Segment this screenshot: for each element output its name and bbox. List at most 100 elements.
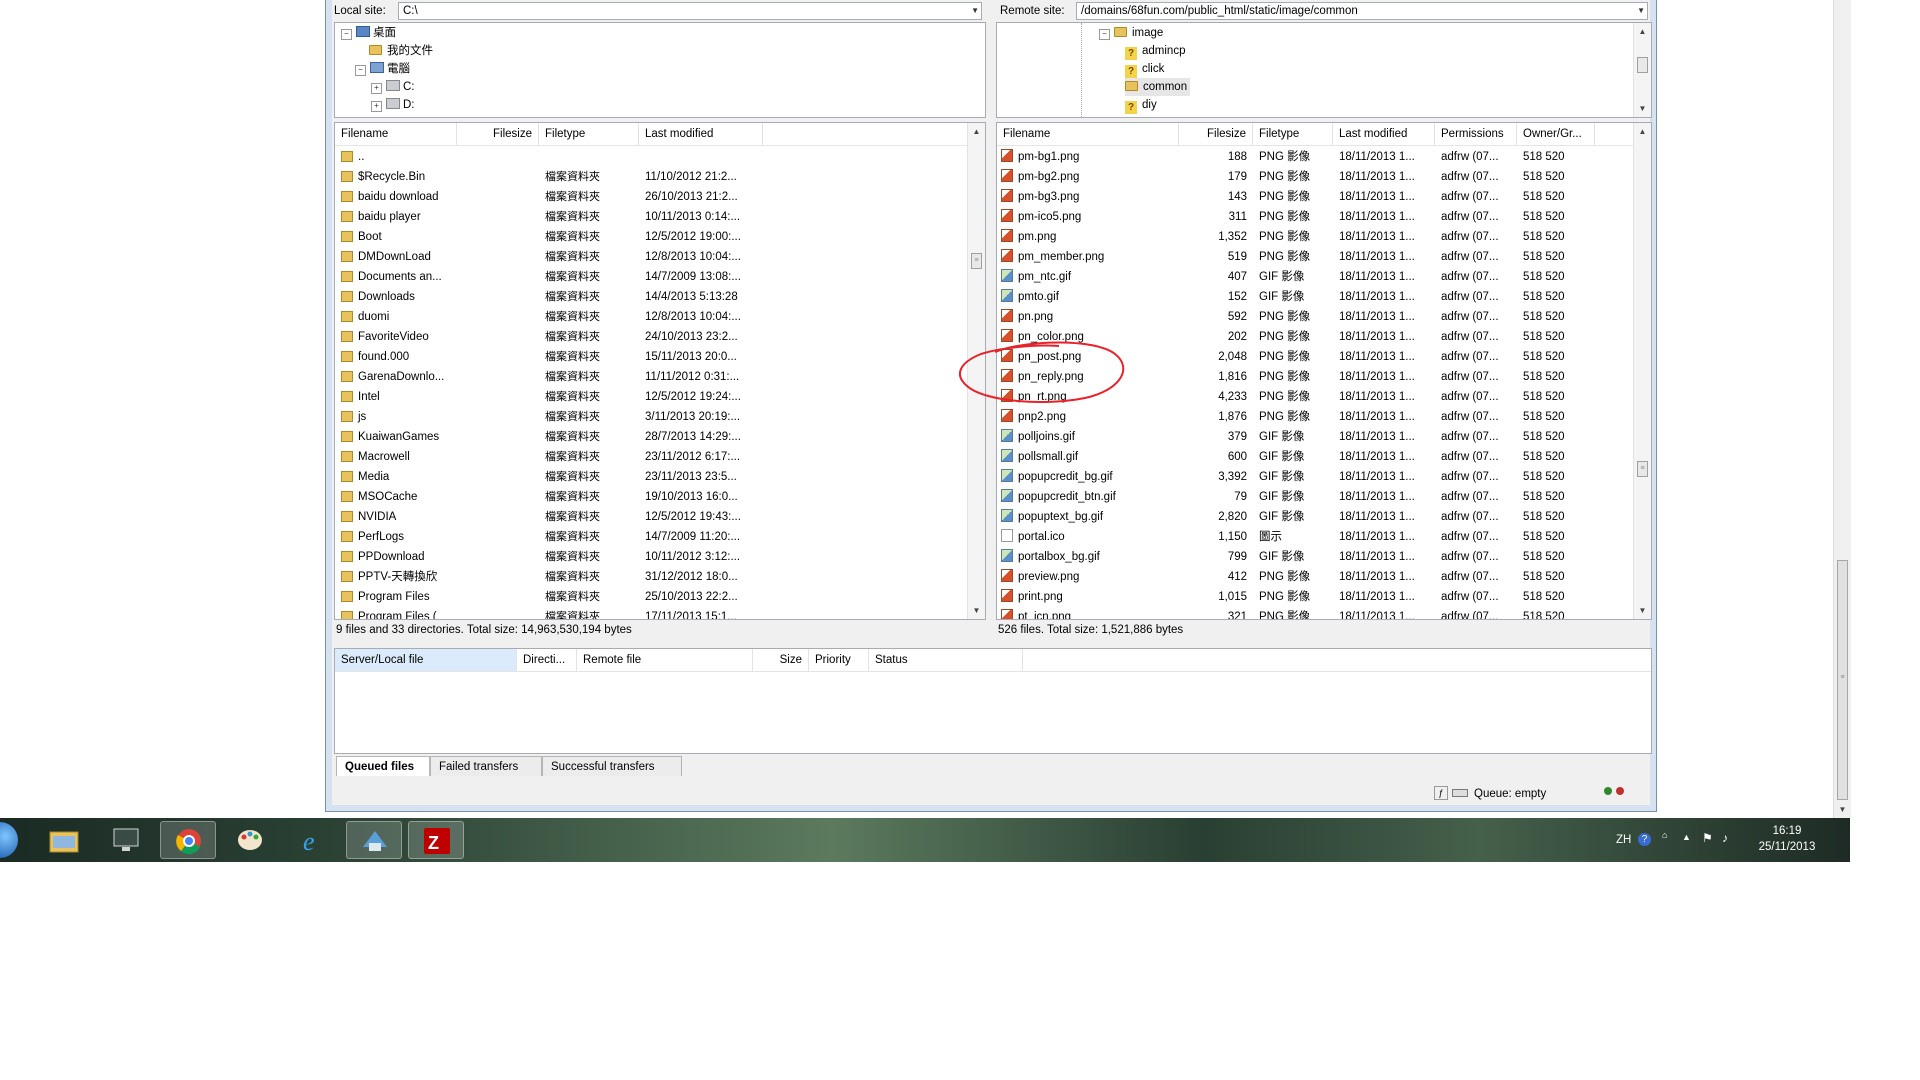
column-header-last-modified[interactable]: Last modified — [639, 123, 763, 145]
table-row[interactable]: $Recycle.Bin 檔案資料夾 11/10/2012 21:2... — [335, 167, 965, 187]
language-indicator[interactable]: ZH — [1616, 818, 1631, 862]
column-header-filesize[interactable]: Filesize — [457, 123, 539, 145]
remote-site-combo[interactable]: /domains/68fun.com/public_html/static/im… — [1076, 2, 1648, 20]
scroll-up-icon[interactable]: ▲ — [1634, 123, 1651, 140]
scroll-thumb[interactable]: ≡ — [1637, 461, 1648, 477]
start-orb-icon[interactable] — [0, 822, 18, 858]
remote-list-scrollbar[interactable]: ▲ ≡ ▼ — [1633, 123, 1651, 619]
taskbar-computer[interactable] — [98, 821, 154, 859]
filter-icon[interactable]: ƒ — [1434, 786, 1448, 800]
scroll-up-icon[interactable]: ▲ — [968, 123, 985, 140]
tree-item-drive-d[interactable]: + D: — [371, 96, 415, 114]
column-header-remote-file[interactable]: Remote file — [577, 649, 753, 671]
table-row[interactable]: js 檔案資料夾 3/11/2013 20:19:... — [335, 407, 965, 427]
action-center-flag-icon[interactable]: ⚑ — [1702, 831, 1713, 845]
table-row[interactable]: GarenaDownlo... 檔案資料夾 11/11/2012 0:31:... — [335, 367, 965, 387]
column-header-filename[interactable]: Filename — [335, 123, 457, 145]
table-row[interactable]: .. — [335, 147, 965, 167]
scroll-down-icon[interactable]: ▼ — [1834, 801, 1851, 818]
scroll-down-icon[interactable]: ▼ — [1634, 100, 1651, 117]
table-row[interactable]: pmto.gif 152 GIF 影像 18/11/2013 1... adfrw (0… — [997, 287, 1633, 307]
table-row[interactable]: portal.ico 1,150 圖示 18/11/2013 1... adfrw (0… — [997, 527, 1633, 547]
taskbar-chrome[interactable] — [160, 821, 216, 859]
chevron-down-icon[interactable]: ▼ — [971, 3, 979, 19]
column-header-server-local-file[interactable]: Server/Local file — [335, 649, 517, 671]
tab-failed-transfers[interactable]: Failed transfers — [430, 756, 542, 776]
expand-icon[interactable]: + — [371, 101, 382, 112]
table-row[interactable]: KuaiwanGames 檔案資料夾 28/7/2013 14:29:... — [335, 427, 965, 447]
column-header-filetype[interactable]: Filetype — [1253, 123, 1333, 145]
column-header-direction[interactable]: Directi... — [517, 649, 577, 671]
collapse-icon[interactable]: − — [1099, 29, 1110, 40]
table-row[interactable]: baidu player 檔案資料夾 10/11/2013 0:14:... — [335, 207, 965, 227]
tree-item-computer[interactable]: − 電腦 — [355, 60, 410, 78]
table-row[interactable]: baidu download 檔案資料夾 26/10/2013 21:2... — [335, 187, 965, 207]
taskbar-explorer[interactable] — [36, 821, 92, 859]
table-row[interactable]: Media 檔案資料夾 23/11/2013 23:5... — [335, 467, 965, 487]
taskbar-filezilla[interactable]: Z — [408, 821, 464, 859]
table-row[interactable]: PPTV-天轉換欣 檔案資料夾 31/12/2012 18:0... — [335, 567, 965, 587]
local-file-list[interactable]: Filename Filesize Filetype Last modified… — [334, 122, 986, 620]
column-header-filetype[interactable]: Filetype — [539, 123, 639, 145]
help-icon[interactable]: ? — [1638, 833, 1651, 846]
column-header-permissions[interactable]: Permissions — [1435, 123, 1517, 145]
table-row[interactable]: Intel 檔案資料夾 12/5/2012 19:24:... — [335, 387, 965, 407]
column-header-size[interactable]: Size — [753, 649, 809, 671]
table-row[interactable]: FavoriteVideo 檔案資料夾 24/10/2013 23:2... — [335, 327, 965, 347]
local-site-combo[interactable]: C:\ ▼ — [398, 2, 982, 20]
scroll-thumb[interactable]: ≡ — [1837, 560, 1848, 800]
column-header-last-modified[interactable]: Last modified — [1333, 123, 1435, 145]
taskbar-internet-explorer[interactable]: e — [284, 821, 340, 859]
table-row[interactable]: polljoins.gif 379 GIF 影像 18/11/2013 1... adf… — [997, 427, 1633, 447]
clock[interactable]: 16:19 25/11/2013 — [1752, 823, 1822, 855]
tree-item-documents[interactable]: 我的文件 — [369, 42, 433, 60]
table-row[interactable]: preview.png 412 PNG 影像 18/11/2013 1... adfrw… — [997, 567, 1633, 587]
tree-item-click[interactable]: ? click — [1125, 60, 1164, 78]
tab-successful-transfers[interactable]: Successful transfers — [542, 756, 682, 776]
scroll-down-icon[interactable]: ▼ — [968, 602, 985, 619]
table-row[interactable]: PPDownload 檔案資料夾 10/11/2012 3:12:... — [335, 547, 965, 567]
tab-queued-files[interactable]: Queued files — [336, 756, 430, 776]
tree-item-drive-c[interactable]: + C: — [371, 78, 415, 96]
column-header-status[interactable]: Status — [869, 649, 1023, 671]
table-row[interactable]: found.000 檔案資料夾 15/11/2013 20:0... — [335, 347, 965, 367]
taskbar-paint[interactable] — [222, 821, 278, 859]
table-row[interactable]: popuptext_bg.gif 2,820 GIF 影像 18/11/2013 1.… — [997, 507, 1633, 527]
table-row[interactable]: PerfLogs 檔案資料夾 14/7/2009 11:20:... — [335, 527, 965, 547]
column-header-filesize[interactable]: Filesize — [1179, 123, 1253, 145]
column-header-filename[interactable]: Filename — [997, 123, 1179, 145]
table-row[interactable]: popupcredit_bg.gif 3,392 GIF 影像 18/11/2013 … — [997, 467, 1633, 487]
table-row[interactable]: portalbox_bg.gif 799 GIF 影像 18/11/2013 1...… — [997, 547, 1633, 567]
table-row[interactable]: print.png 1,015 PNG 影像 18/11/2013 1... adfrw… — [997, 587, 1633, 607]
table-row[interactable]: pm_ntc.gif 407 GIF 影像 18/11/2013 1... adfrw … — [997, 267, 1633, 287]
tree-item-image[interactable]: − image — [1099, 24, 1163, 42]
volume-icon[interactable]: ♪ — [1722, 831, 1728, 845]
chevron-down-icon[interactable]: ▼ — [1637, 3, 1645, 19]
column-header-priority[interactable]: Priority — [809, 649, 869, 671]
expand-icon[interactable]: + — [371, 83, 382, 94]
tree-item-diy[interactable]: ? diy — [1125, 96, 1157, 114]
tree-item-desktop[interactable]: − 桌面 — [341, 24, 396, 42]
table-row[interactable]: Downloads 檔案資料夾 14/4/2013 5:13:28 — [335, 287, 965, 307]
scroll-up-icon[interactable]: ▲ — [1634, 23, 1651, 40]
remote-tree-pane[interactable]: − image ? admincp ? click common ? diy ▲ ▼ — [996, 22, 1652, 118]
scroll-thumb[interactable]: ≡ — [971, 253, 982, 269]
table-row[interactable]: Program Files (檔案資料夾 17/11/2013 15:1... — [335, 607, 965, 619]
desktop-scrollbar[interactable]: ≡ ▼ — [1833, 0, 1851, 818]
table-row[interactable]: pm-bg1.png 188 PNG 影像 18/11/2013 1... adfrw … — [997, 147, 1633, 167]
table-row[interactable]: NVIDIA 檔案資料夾 12/5/2012 19:43:... — [335, 507, 965, 527]
table-row[interactable]: pm-ico5.png 311 PNG 影像 18/11/2013 1... adfrw… — [997, 207, 1633, 227]
table-row[interactable]: Boot 檔案資料夾 12/5/2012 19:00:... — [335, 227, 965, 247]
table-row[interactable]: Macrowell 檔案資料夾 23/11/2012 6:17:... — [335, 447, 965, 467]
table-row[interactable]: pnp2.png 1,876 PNG 影像 18/11/2013 1... adfrw … — [997, 407, 1633, 427]
input-method-icon[interactable]: ⌂ — [1662, 830, 1667, 840]
remote-tree-scrollbar[interactable]: ▲ ▼ — [1633, 23, 1651, 117]
table-row[interactable]: popupcredit_btn.gif 79 GIF 影像 18/11/2013 1.… — [997, 487, 1633, 507]
table-row[interactable]: pt_icn.png 321 PNG 影像 18/11/2013 1... adfrw … — [997, 607, 1633, 619]
table-row[interactable]: DMDownLoad 檔案資料夾 12/8/2013 10:04:... — [335, 247, 965, 267]
table-row[interactable]: Program Files 檔案資料夾 25/10/2013 22:2... — [335, 587, 965, 607]
transfer-queue-pane[interactable]: Server/Local file Directi... Remote file… — [334, 648, 1652, 754]
tree-item-common[interactable]: common — [1125, 78, 1191, 96]
taskbar-network-tool[interactable] — [346, 821, 402, 859]
show-hidden-icons-icon[interactable]: ▲ — [1682, 832, 1691, 842]
